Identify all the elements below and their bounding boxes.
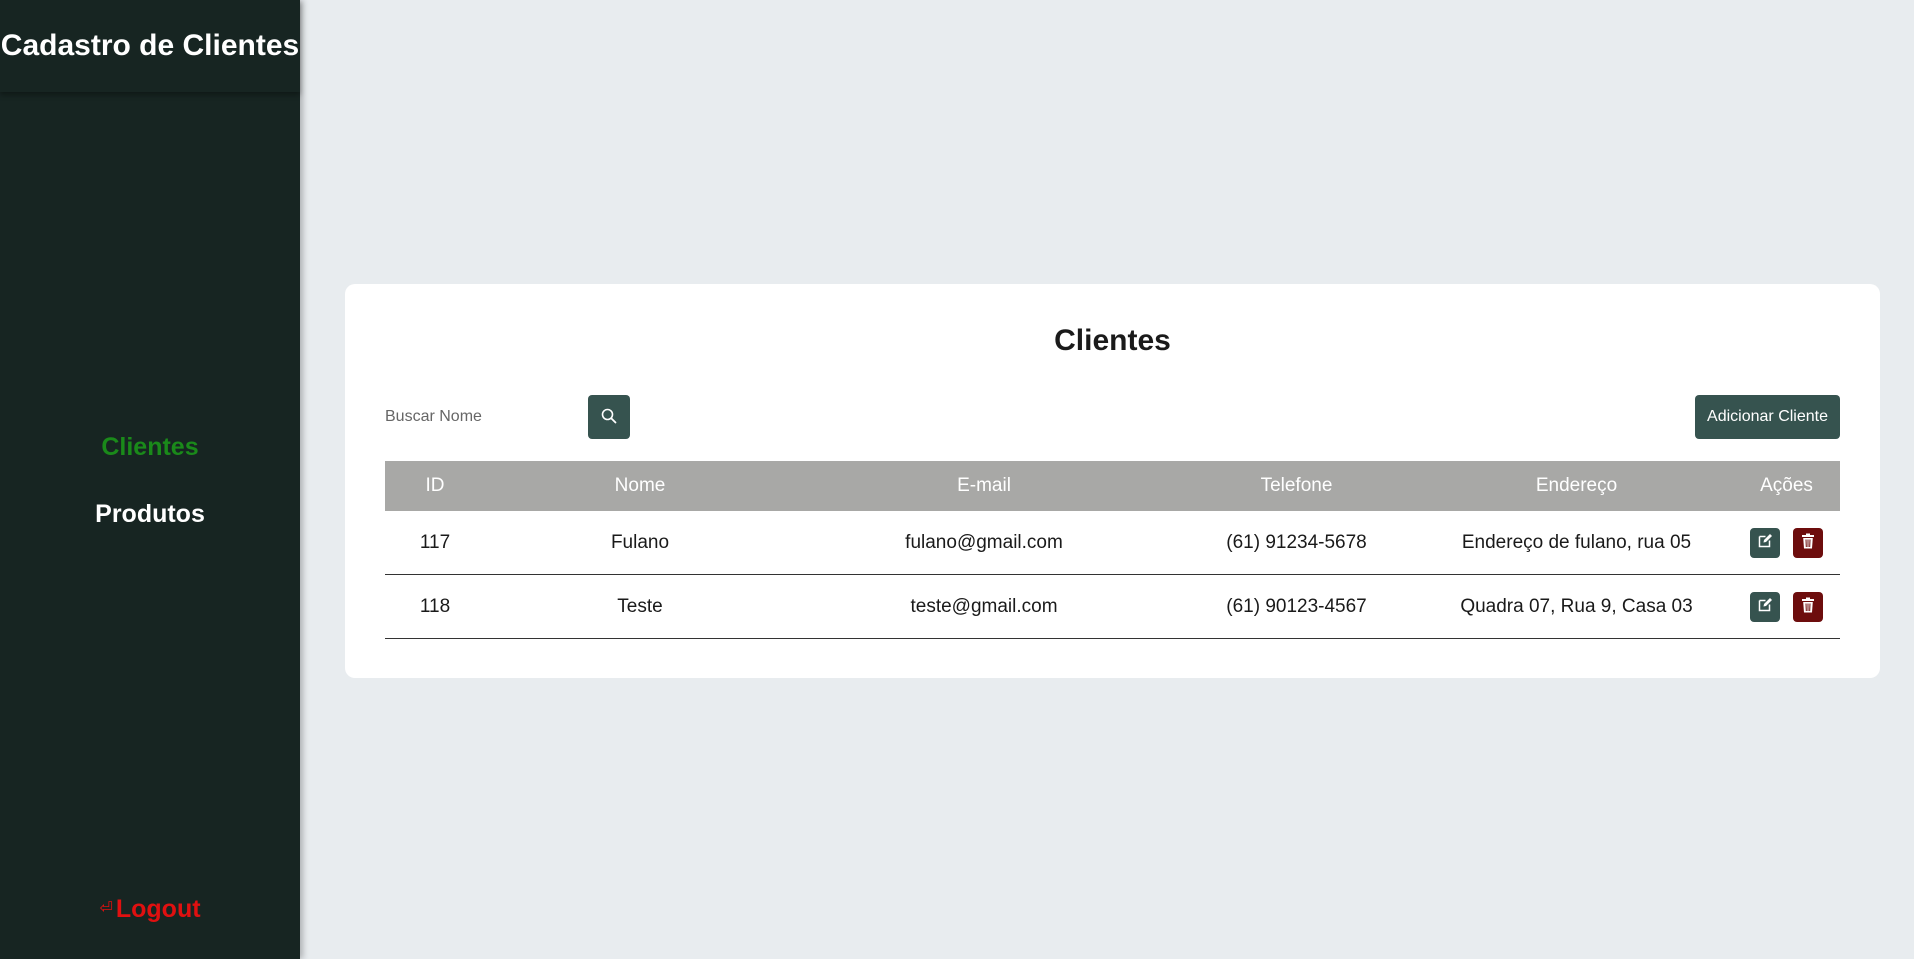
trash-icon (1801, 597, 1815, 616)
edit-icon (1757, 533, 1773, 552)
column-header-acoes: Ações (1760, 475, 1813, 496)
search-input[interactable] (385, 395, 585, 439)
cell-email: teste@gmail.com (795, 574, 1173, 639)
cell-endereco: Quadra 07, Rua 9, Casa 03 (1420, 574, 1733, 639)
logout-label: Logout (115, 895, 201, 923)
search-button[interactable] (588, 395, 630, 439)
search-icon (601, 408, 617, 427)
clients-table: ID Nome E-mail Telefone Endereço Ações 1… (385, 461, 1840, 639)
cell-telefone: (61) 90123-4567 (1173, 574, 1420, 639)
table-row: 117 Fulano fulano@gmail.com (61) 91234-5… (385, 511, 1840, 575)
clients-card: Clientes Adicionar Cliente ID Nome (345, 284, 1880, 678)
delete-button[interactable] (1793, 527, 1823, 558)
page-title: Clientes (1054, 324, 1171, 357)
app-title: Cadastro de Clientes (0, 29, 300, 62)
edit-icon (1757, 597, 1773, 616)
sidebar-item-clientes[interactable]: Clientes (101, 425, 198, 470)
trash-icon (1801, 533, 1815, 552)
search-box (385, 395, 630, 439)
row-actions (1733, 591, 1840, 622)
column-header-telefone[interactable]: Telefone (1173, 461, 1420, 511)
cell-telefone: (61) 91234-5678 (1173, 511, 1420, 575)
table-header-row: ID Nome E-mail Telefone Endereço Ações (385, 461, 1840, 511)
delete-button[interactable] (1793, 591, 1823, 622)
cell-nome: Teste (485, 574, 795, 639)
cell-email: fulano@gmail.com (795, 511, 1173, 575)
cell-id: 117 (385, 511, 485, 575)
cell-endereco: Endereço de fulano, rua 05 (1420, 511, 1733, 575)
logout-icon: ⏎ (99, 900, 113, 917)
sidebar: Cadastro de Clientes Clientes Produtos ⏎… (0, 0, 300, 959)
edit-button[interactable] (1750, 527, 1780, 558)
column-header-id[interactable]: ID (385, 461, 485, 511)
column-header-endereco[interactable]: Endereço (1420, 461, 1733, 511)
edit-button[interactable] (1750, 591, 1780, 622)
cell-actions (1733, 574, 1840, 639)
add-client-button[interactable]: Adicionar Cliente (1695, 395, 1840, 439)
sidebar-nav: Clientes Produtos (0, 425, 300, 559)
cell-id: 118 (385, 574, 485, 639)
column-header-email[interactable]: E-mail (795, 461, 1173, 511)
cell-nome: Fulano (485, 511, 795, 575)
cell-actions (1733, 511, 1840, 575)
column-header-nome[interactable]: Nome (485, 461, 795, 511)
row-actions (1733, 527, 1840, 558)
logout-button[interactable]: ⏎ Logout (0, 895, 300, 924)
table-row: 118 Teste teste@gmail.com (61) 90123-456… (385, 574, 1840, 639)
sidebar-header: Cadastro de Clientes (0, 0, 300, 92)
sidebar-item-produtos[interactable]: Produtos (95, 492, 205, 537)
